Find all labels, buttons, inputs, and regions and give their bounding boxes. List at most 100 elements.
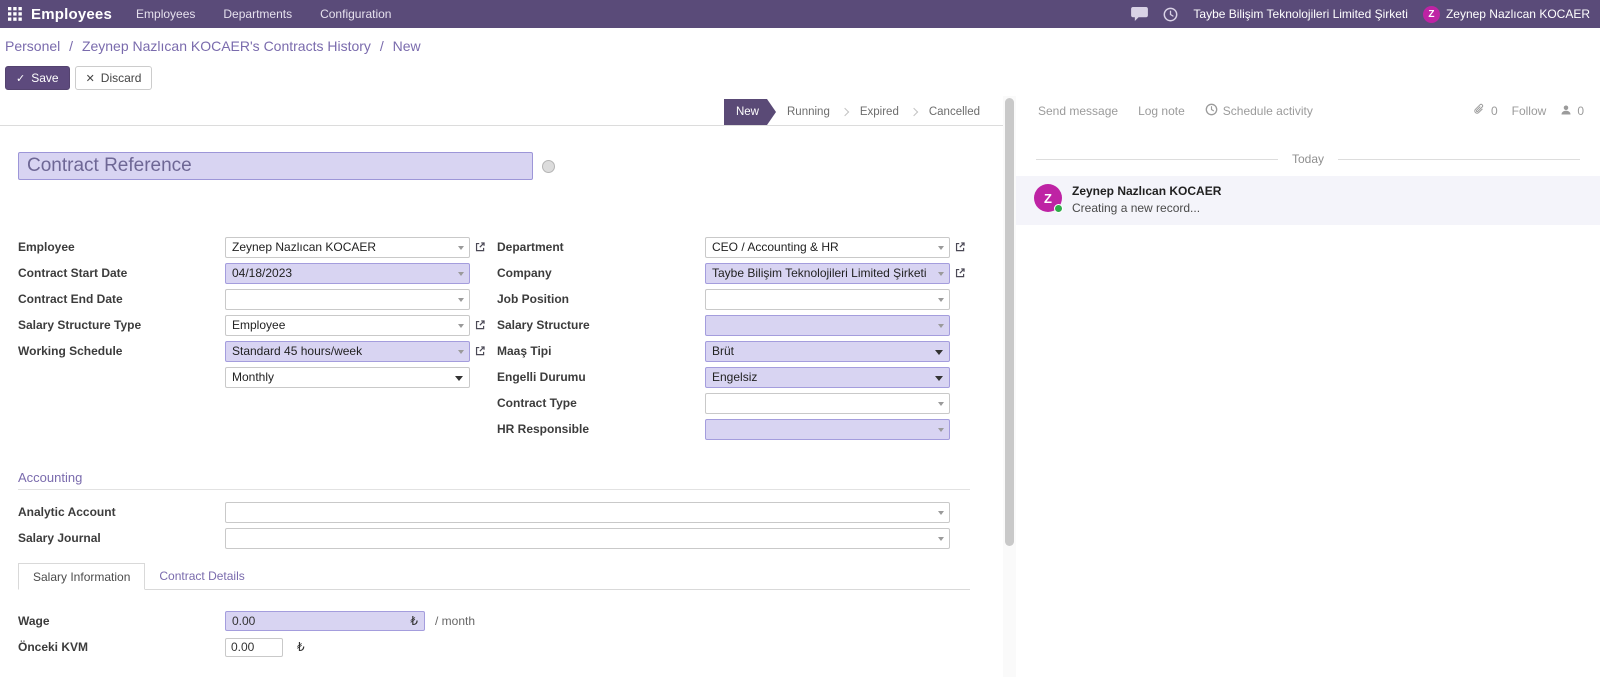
app-name[interactable]: Employees (31, 6, 112, 23)
message-author[interactable]: Zeynep Nazlıcan KOCAER (1072, 184, 1221, 198)
field-row-salary-structure-type: Salary Structure Type Employee (18, 312, 497, 338)
chatter-panel: Send message Log note Schedule activity … (1016, 96, 1600, 677)
schedule-activity-button[interactable]: Schedule activity (1205, 103, 1313, 119)
log-note-button[interactable]: Log note (1138, 104, 1185, 118)
wage-input[interactable]: 0.00 ₺ (225, 611, 425, 631)
company-input[interactable]: Taybe Bilişim Teknolojileri Limited Şirk… (705, 262, 950, 284)
breadcrumb-separator: / (69, 38, 74, 54)
check-icon: ✓ (16, 72, 26, 85)
field-row-salary-structure: Salary Structure (497, 312, 983, 338)
hr-responsible-label: HR Responsible (497, 422, 590, 436)
scrollbar-thumb[interactable] (1005, 98, 1014, 546)
wage-unit: / month (435, 614, 476, 628)
field-row-employee: Employee Zeynep Nazlıcan KOCAER (18, 234, 497, 260)
maas-tipi-select[interactable]: Brüt (705, 340, 950, 362)
job-position-input[interactable] (705, 288, 950, 310)
stage-separator-icon (840, 107, 850, 117)
attachments-button[interactable]: 0 (1473, 103, 1498, 119)
contract-reference-input[interactable] (18, 152, 533, 180)
breadcrumb-link-contracts-history[interactable]: Zeynep Nazlıcan KOCAER's Contracts Histo… (82, 38, 371, 54)
contract-reference-row (18, 152, 555, 180)
field-row-working-schedule: Working Schedule Standard 45 hours/week (18, 338, 497, 364)
menu-employees[interactable]: Employees (136, 7, 195, 21)
salary-structure-label: Salary Structure (497, 318, 590, 332)
close-icon: ✕ (85, 72, 95, 85)
breadcrumb-link-personel[interactable]: Personel (5, 38, 60, 54)
currency-symbol: ₺ (297, 640, 305, 654)
stage-cancelled[interactable]: Cancelled (918, 99, 991, 125)
main-content: New Running Expired Cancelled Employee (0, 96, 1600, 677)
attachments-count: 0 (1490, 104, 1498, 118)
stage-new[interactable]: New (724, 99, 776, 125)
follow-button[interactable]: Follow (1512, 104, 1547, 118)
salary-structure-input[interactable] (705, 314, 950, 336)
company-label: Company (497, 266, 552, 280)
accounting-section: Accounting Analytic Account Salary Journ… (18, 470, 970, 551)
wage-label: Wage (18, 614, 50, 628)
send-message-button[interactable]: Send message (1038, 104, 1118, 118)
salary-information-panel: Wage 0.00 ₺ / month Önceki KVM 0.00 ₺ (18, 608, 475, 660)
form-action-buttons: ✓ Save ✕ Discard (5, 66, 153, 90)
user-avatar: Z (1422, 5, 1440, 23)
apps-grid-icon[interactable] (8, 7, 22, 21)
department-label: Department (497, 240, 564, 254)
job-position-label: Job Position (497, 292, 569, 306)
onceki-kvm-label: Önceki KVM (18, 640, 89, 654)
chatter-toolbar: Send message Log note Schedule activity … (1016, 96, 1600, 126)
activities-icon[interactable] (1163, 7, 1178, 22)
user-menu[interactable]: Z Zeynep Nazlıcan KOCAER (1422, 5, 1590, 23)
menu-configuration[interactable]: Configuration (320, 7, 391, 21)
vertical-scrollbar[interactable] (1003, 96, 1016, 677)
presence-indicator-icon (1054, 204, 1063, 213)
accounting-section-title: Accounting (18, 470, 970, 490)
field-row-contract-end-date: Contract End Date (18, 286, 497, 312)
engelli-durumu-select[interactable]: Engelsiz (705, 366, 950, 388)
onceki-kvm-input[interactable]: 0.00 (225, 637, 283, 657)
hr-responsible-input[interactable] (705, 418, 950, 440)
field-row-schedule-pay: Monthly (18, 364, 497, 390)
salary-structure-type-input[interactable]: Employee (225, 314, 470, 336)
external-link-icon[interactable] (474, 241, 486, 253)
stage-running[interactable]: Running (776, 99, 841, 125)
wage-value: 0.00 (232, 614, 256, 628)
user-name: Zeynep Nazlıcan KOCAER (1445, 7, 1590, 21)
external-link-icon[interactable] (954, 241, 966, 253)
message-avatar: Z (1034, 184, 1063, 213)
discard-button-label: Discard (100, 71, 142, 85)
status-bar: New Running Expired Cancelled (724, 99, 991, 125)
tab-contract-details[interactable]: Contract Details (145, 563, 258, 590)
field-row-maas-tipi: Maaş Tipi Brüt (497, 338, 983, 364)
working-schedule-input[interactable]: Standard 45 hours/week (225, 340, 470, 362)
breadcrumb: Personel / Zeynep Nazlıcan KOCAER's Cont… (5, 38, 421, 54)
contract-type-label: Contract Type (497, 396, 577, 410)
contract-start-date-input[interactable]: 04/18/2023 (225, 262, 470, 284)
contract-type-input[interactable] (705, 392, 950, 414)
salary-journal-input[interactable] (225, 527, 950, 549)
today-divider: Today (1016, 152, 1600, 166)
followers-button[interactable]: 0 (1560, 104, 1584, 119)
save-button[interactable]: ✓ Save (5, 66, 70, 90)
analytic-account-label: Analytic Account (18, 505, 116, 519)
paperclip-icon (1473, 103, 1486, 119)
followers-count: 0 (1577, 104, 1584, 118)
messages-icon[interactable] (1131, 7, 1149, 21)
external-link-icon[interactable] (954, 267, 966, 279)
kanban-state-circle[interactable] (542, 159, 555, 173)
schedule-pay-select[interactable]: Monthly (225, 366, 470, 388)
field-row-department: Department CEO / Accounting & HR (497, 234, 983, 260)
tab-salary-information[interactable]: Salary Information (18, 563, 146, 590)
menu-departments[interactable]: Departments (223, 7, 292, 21)
department-input[interactable]: CEO / Accounting & HR (705, 236, 950, 258)
contract-end-date-input[interactable] (225, 288, 470, 310)
discard-button[interactable]: ✕ Discard (74, 66, 153, 90)
company-name[interactable]: Taybe Bilişim Teknolojileri Limited Şirk… (1193, 7, 1408, 21)
field-row-contract-type: Contract Type (497, 390, 983, 416)
message-item[interactable]: Z Zeynep Nazlıcan KOCAER Creating a new … (1016, 176, 1600, 225)
contract-end-date-label: Contract End Date (18, 292, 123, 306)
employee-input[interactable]: Zeynep Nazlıcan KOCAER (225, 236, 470, 258)
external-link-icon[interactable] (474, 319, 486, 331)
external-link-icon[interactable] (474, 345, 486, 357)
stage-expired[interactable]: Expired (849, 99, 910, 125)
analytic-account-input[interactable] (225, 501, 950, 523)
form-header: New Running Expired Cancelled (0, 96, 1003, 126)
